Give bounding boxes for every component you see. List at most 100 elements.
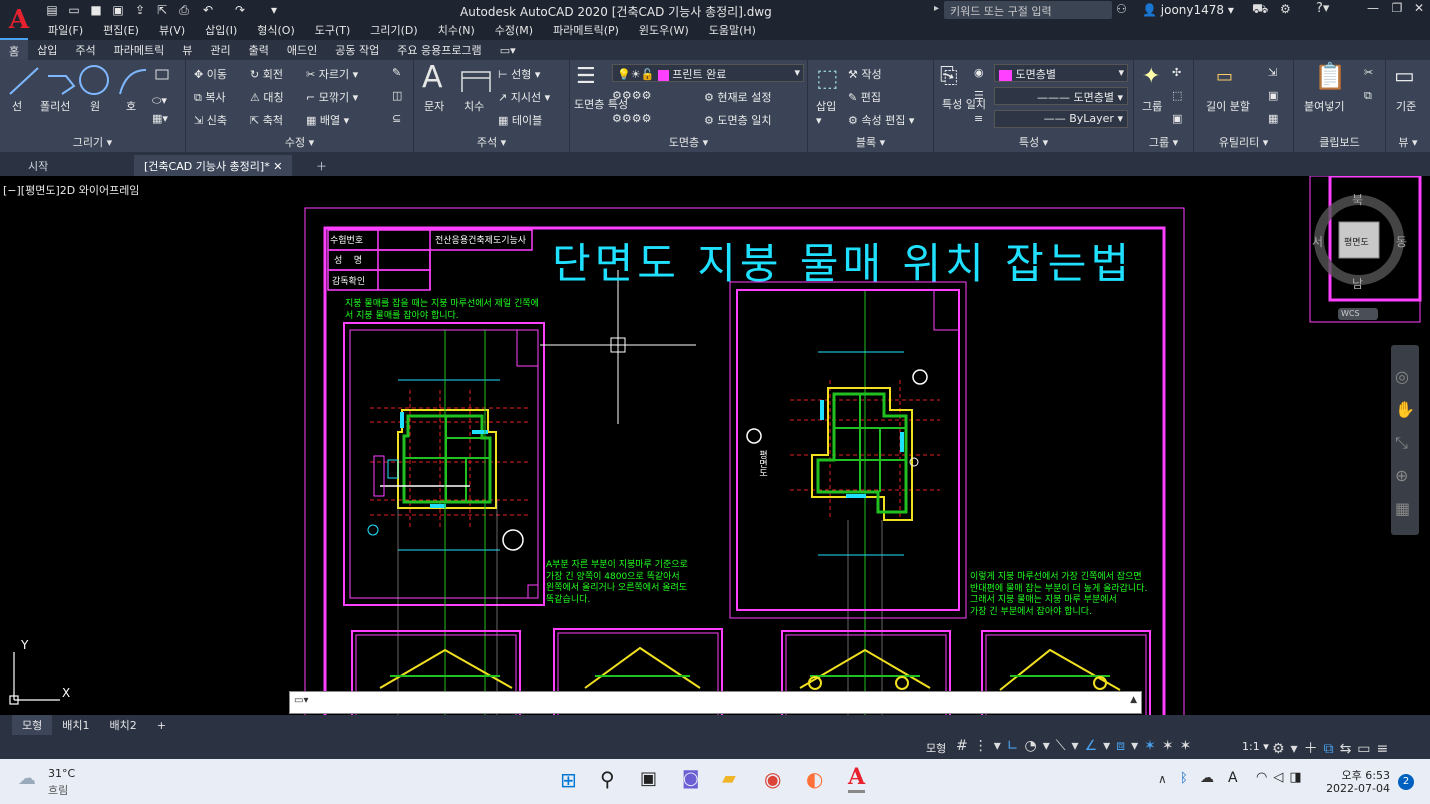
- lineweight-dropdown[interactable]: —— ByLayer ▾: [994, 110, 1128, 128]
- firefox-icon[interactable]: ◐: [806, 767, 823, 791]
- viewcube-wcs[interactable]: WCS: [1341, 309, 1360, 318]
- menu-draw[interactable]: 그리기(D): [360, 22, 427, 38]
- menu-help[interactable]: 도움말(H): [699, 22, 766, 38]
- lineweight-icon[interactable]: ≡: [974, 112, 983, 125]
- group-edit-icon[interactable]: ⬚: [1172, 89, 1182, 102]
- cut-icon[interactable]: ✂: [1364, 66, 1373, 79]
- redo-icon[interactable]: ↷: [232, 2, 248, 18]
- share-icon[interactable]: ⇱: [154, 2, 170, 18]
- tab-layout1[interactable]: 배치1: [52, 715, 99, 735]
- color-dropdown[interactable]: 도면층별 ▾: [994, 64, 1128, 82]
- windows-start-icon[interactable]: ⊞: [560, 768, 577, 792]
- viewcube-west[interactable]: 서: [1312, 233, 1323, 250]
- tab-view[interactable]: 뷰: [173, 39, 201, 61]
- dimension-button[interactable]: 치수: [464, 98, 484, 114]
- group-button[interactable]: 그룹: [1142, 98, 1162, 114]
- status-icons-right[interactable]: ⚙▾＋⧉⇆▭≡: [1272, 738, 1394, 758]
- menu-format[interactable]: 형식(O): [247, 22, 304, 38]
- menu-modify[interactable]: 수정(M): [485, 22, 543, 38]
- menu-tools[interactable]: 도구(T): [305, 22, 361, 38]
- layer-properties-icon[interactable]: ☰: [576, 64, 596, 89]
- file-explorer-icon[interactable]: ▰: [722, 768, 736, 789]
- weather-temp[interactable]: 31°C: [48, 767, 75, 780]
- menu-window[interactable]: 윈도우(W): [629, 22, 699, 38]
- weather-desc[interactable]: 흐림: [48, 782, 68, 798]
- ellipse-icon[interactable]: ⬭▾: [152, 94, 167, 108]
- set-current-button[interactable]: ⚙ 현재로 설정: [704, 89, 771, 105]
- network-sound-battery-icons[interactable]: ◠◁◨: [1256, 770, 1308, 785]
- undo-icon[interactable]: ↶: [200, 2, 216, 18]
- linetype-icon[interactable]: ☰: [974, 89, 984, 102]
- bluetooth-icon[interactable]: ᛒ: [1180, 771, 1188, 786]
- weather-icon[interactable]: ☁: [18, 768, 36, 789]
- table-button[interactable]: ▦ 테이블: [498, 112, 542, 128]
- minimize-button[interactable]: —: [1362, 1, 1384, 19]
- block-panel-title[interactable]: 블록 ▾: [808, 134, 933, 150]
- color-wheel-icon[interactable]: ◉: [974, 66, 984, 79]
- tab-output[interactable]: 출력: [240, 39, 278, 61]
- rotate-button[interactable]: ↻ 회전: [250, 66, 283, 82]
- offset-icon[interactable]: ⊆: [392, 112, 401, 125]
- user-account[interactable]: 👤 joony1478 ▾: [1142, 3, 1234, 17]
- tab-parametric[interactable]: 파라메트릭: [105, 39, 174, 61]
- tab-start[interactable]: 시작: [18, 155, 58, 176]
- text-button[interactable]: 문자: [424, 98, 444, 114]
- status-toggles[interactable]: #⋮▾∟◔▾⟍▾∠▾⧈▾✶✶✶: [956, 738, 1197, 754]
- chat-icon[interactable]: ◙: [682, 768, 699, 789]
- polyline-button[interactable]: 폴리선: [40, 98, 70, 114]
- menu-edit[interactable]: 편집(E): [93, 22, 149, 38]
- scale-button[interactable]: ⇱ 축척: [250, 112, 283, 128]
- navbar-icons[interactable]: ◎ ✋ ⤡ ⊕ ▦: [1395, 360, 1415, 525]
- input-language[interactable]: A: [1228, 770, 1238, 786]
- text-icon[interactable]: A: [422, 60, 443, 95]
- groups-panel-title[interactable]: 그룹 ▾: [1134, 134, 1193, 150]
- annotation-panel-title[interactable]: 주석 ▾: [414, 134, 569, 150]
- clock-date[interactable]: 2022-07-04: [1322, 782, 1390, 795]
- search-input[interactable]: 키워드 또는 구절 입력: [944, 1, 1112, 19]
- insert-button[interactable]: 삽입 ▾: [816, 98, 836, 127]
- paste-button[interactable]: 붙여넣기: [1304, 98, 1344, 114]
- measure-icon[interactable]: ▭: [1216, 66, 1233, 87]
- move-button[interactable]: ✥ 이동: [194, 66, 227, 82]
- menu-file[interactable]: 파일(F): [38, 22, 93, 38]
- add-layout-button[interactable]: +: [147, 717, 176, 734]
- create-block-button[interactable]: ⚒ 작성: [848, 66, 882, 82]
- layer-dropdown[interactable]: 💡☀🔓 프린트 완료 ▾: [612, 64, 804, 82]
- trim-button[interactable]: ✂ 자르기 ▾: [306, 66, 358, 82]
- select-all-icon[interactable]: ▣: [1268, 89, 1278, 102]
- cart-icon[interactable]: ⛟: [1252, 2, 1268, 19]
- viewcube-south[interactable]: 남: [1352, 275, 1363, 292]
- group-select-icon[interactable]: ▣: [1172, 112, 1182, 125]
- mirror-button[interactable]: ⚠ 대칭: [250, 89, 284, 105]
- line-button[interactable]: 선: [12, 98, 22, 114]
- fillet-button[interactable]: ⌐ 모깎기 ▾: [306, 89, 358, 105]
- quick-access-dropdown-icon[interactable]: ▾: [266, 2, 282, 18]
- view-panel-title[interactable]: 뷰 ▾: [1386, 134, 1430, 150]
- binoculars-icon[interactable]: ⚇: [1116, 2, 1127, 16]
- tab-annotate[interactable]: 주석: [66, 39, 104, 61]
- command-history-icon[interactable]: ▲: [1130, 695, 1137, 705]
- stretch-button[interactable]: ⇲ 신축: [194, 112, 227, 128]
- menu-insert[interactable]: 삽입(I): [195, 22, 247, 38]
- viewcube-north[interactable]: 북: [1352, 191, 1363, 208]
- ungroup-icon[interactable]: ✣: [1172, 66, 1181, 79]
- array-button[interactable]: ▦ 배열 ▾: [306, 112, 349, 128]
- web-save-icon[interactable]: ⇪: [132, 2, 148, 18]
- tray-overflow-icon[interactable]: ∧: [1158, 772, 1167, 786]
- app-menu-button[interactable]: A: [0, 0, 38, 40]
- draw-panel-title[interactable]: 그리기 ▾: [0, 134, 185, 150]
- close-tab-icon[interactable]: ✕: [273, 160, 282, 173]
- layer-match-button[interactable]: ⚙ 도면층 일치: [704, 112, 771, 128]
- leader-button[interactable]: ↗ 지시선 ▾: [498, 89, 550, 105]
- utilities-panel-title[interactable]: 유틸리티 ▾: [1194, 134, 1293, 150]
- close-button[interactable]: ✕: [1408, 1, 1430, 19]
- circle-button[interactable]: 원: [90, 98, 100, 114]
- layer-tools-icons[interactable]: ⚙⚙⚙⚙: [612, 89, 651, 102]
- pencil-icon[interactable]: ✎: [392, 66, 401, 79]
- menu-view[interactable]: 뷰(V): [149, 22, 195, 38]
- explode-icon[interactable]: ◫: [392, 89, 402, 102]
- quick-select-icon[interactable]: ⇲: [1268, 66, 1277, 79]
- linear-button[interactable]: ⊢ 선형 ▾: [498, 66, 540, 82]
- tab-featured-apps[interactable]: 주요 응용프로그램: [388, 39, 490, 61]
- task-view-icon[interactable]: ▣: [640, 768, 657, 789]
